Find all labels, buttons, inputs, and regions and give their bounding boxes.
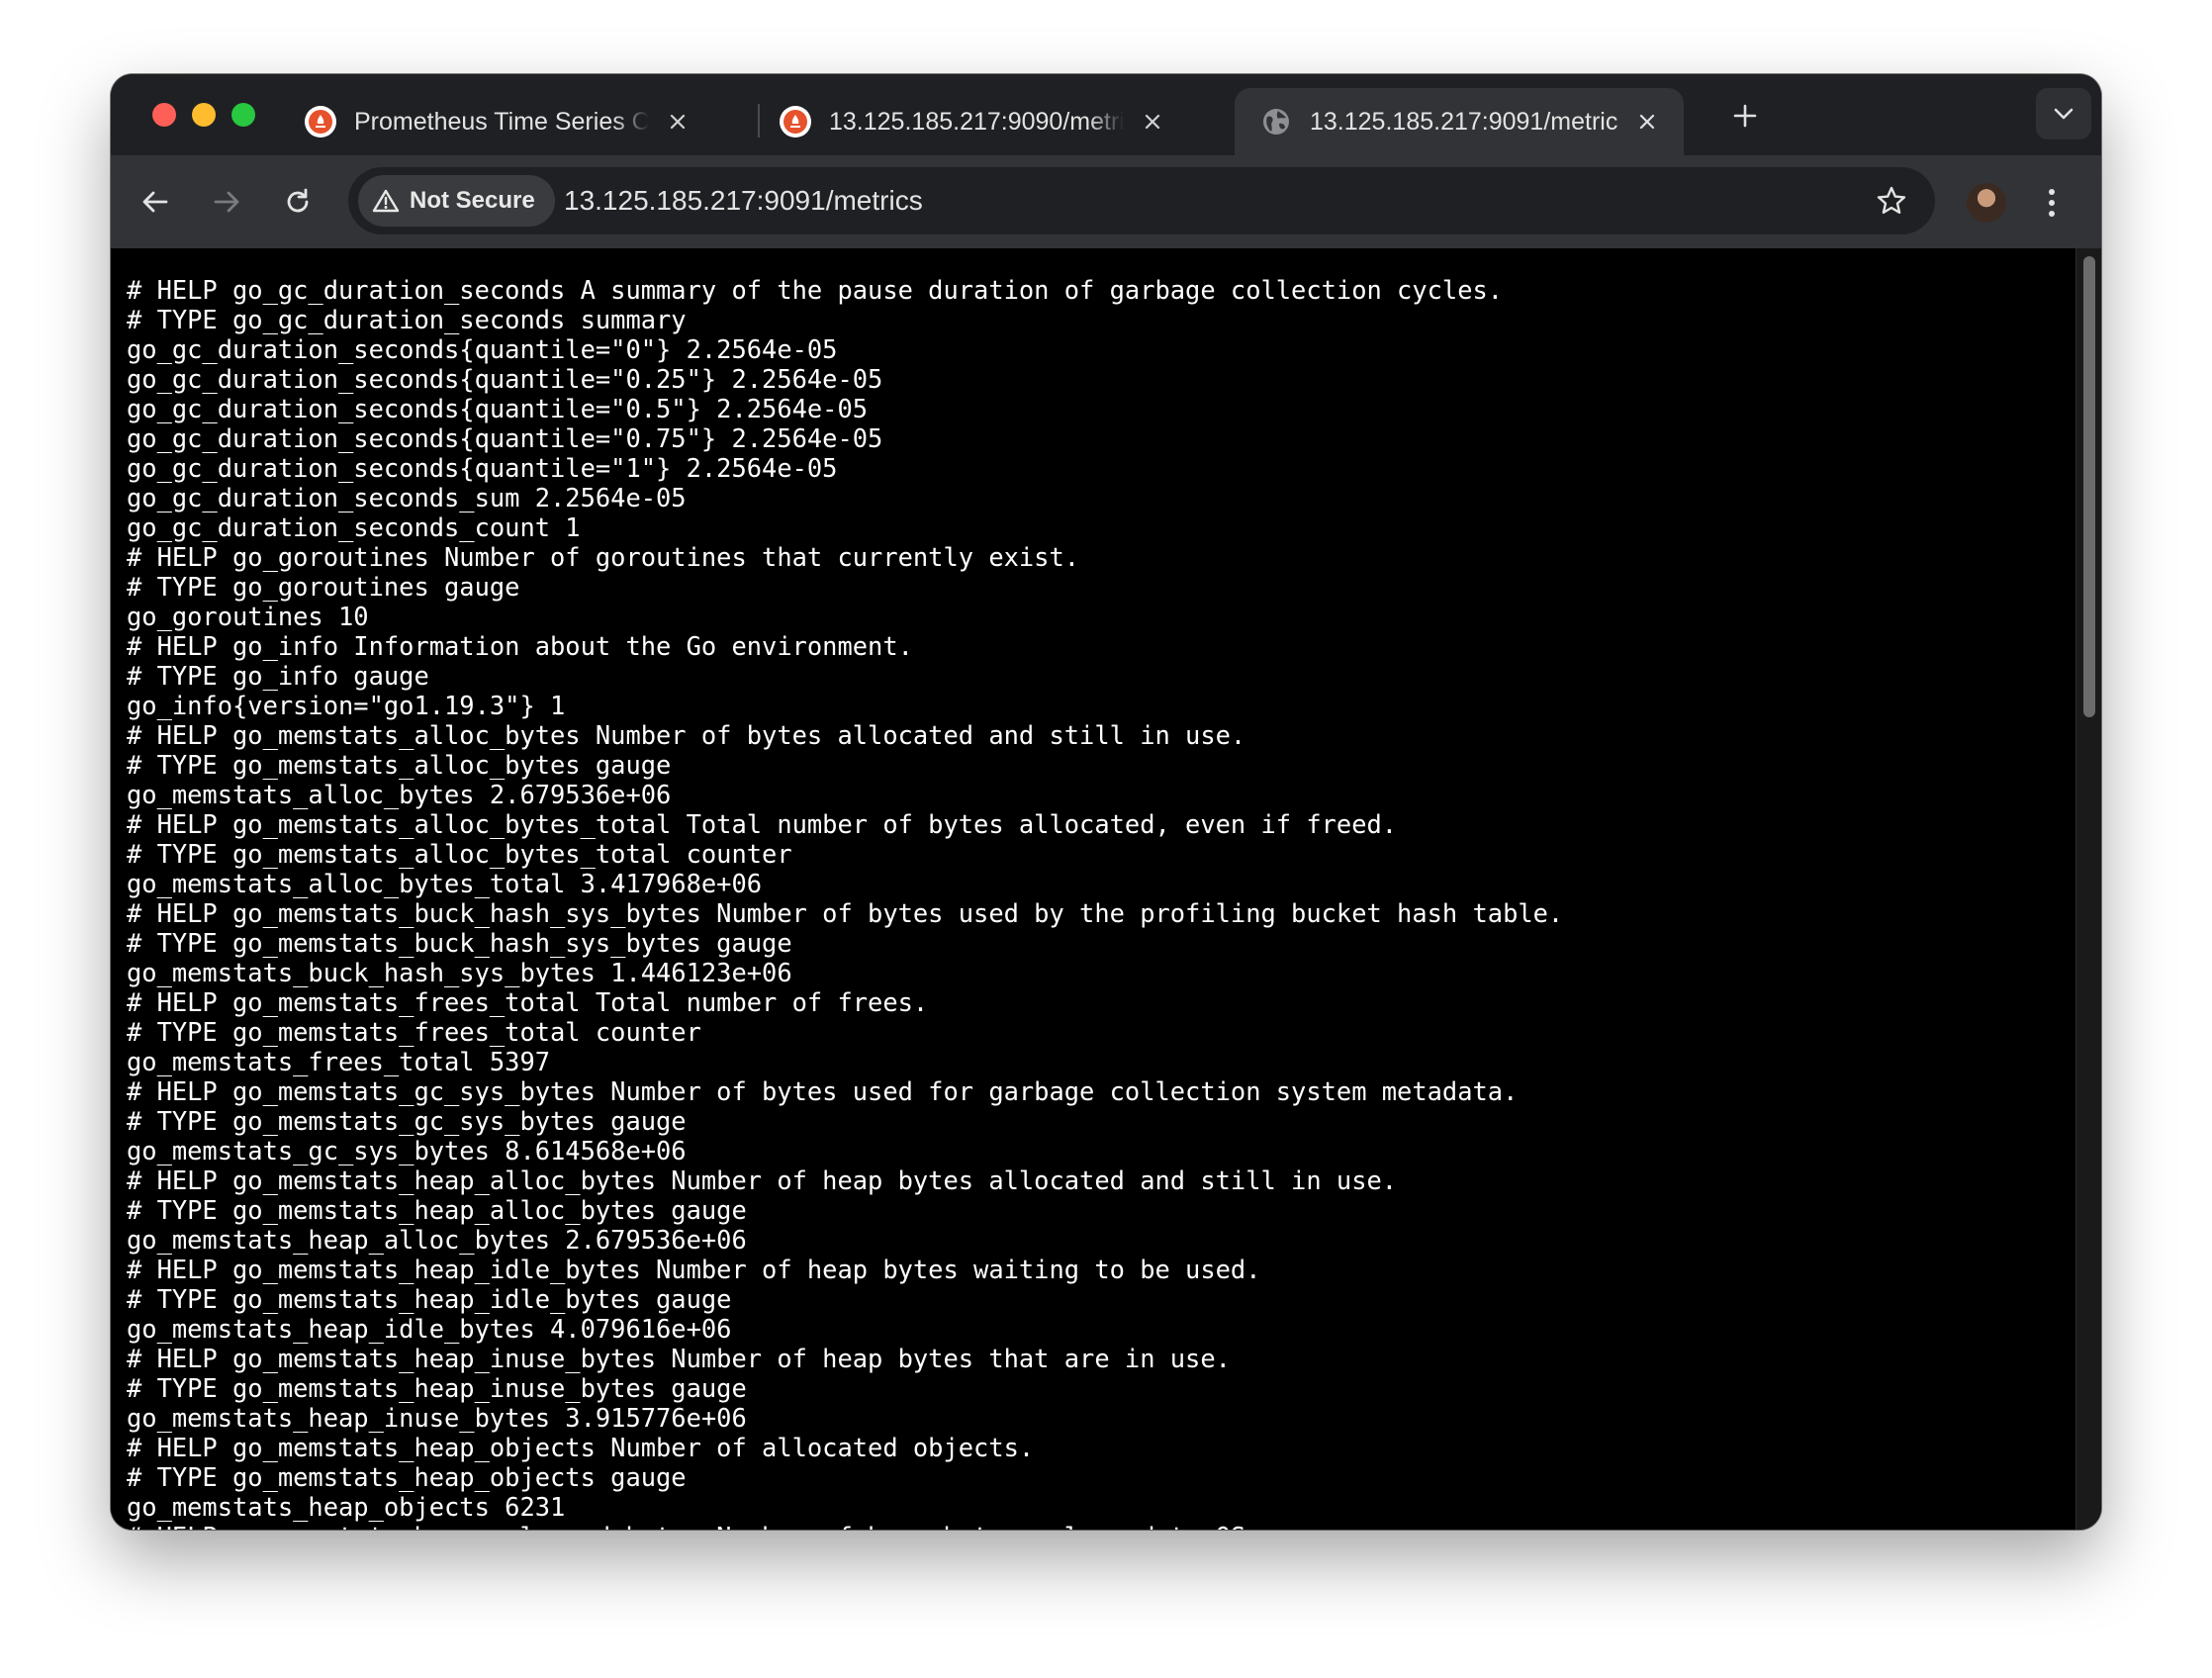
tab-prometheus-server[interactable]: Prometheus Time Series Collection and Pr… [279,88,714,155]
metrics-line: # TYPE go_memstats_alloc_bytes gauge [127,750,672,780]
prometheus-icon [780,106,811,138]
metrics-line: # TYPE go_gc_duration_seconds summary [127,305,687,334]
metrics-line: # HELP go_memstats_frees_total Total num… [127,987,929,1017]
metrics-line: # TYPE go_info gauge [127,661,429,691]
kebab-menu-icon [2049,189,2055,217]
metrics-line: # HELP go_memstats_buck_hash_sys_bytes N… [127,898,1564,928]
metrics-line: go_memstats_heap_inuse_bytes 3.915776e+0… [127,1403,747,1433]
metrics-line: go_gc_duration_seconds{quantile="0.25"} … [127,364,883,394]
forward-button[interactable] [204,179,249,225]
browser-toolbar: Not Secure 13.125.185.217:9091/metrics [111,155,2101,248]
metrics-line: # TYPE go_memstats_buck_hash_sys_bytes g… [127,928,792,958]
prometheus-icon [305,106,336,138]
metrics-line: # TYPE go_memstats_frees_total counter [127,1017,701,1047]
page-content: # HELP go_gc_duration_seconds A summary … [111,248,2101,1530]
new-tab-button[interactable] [1725,96,1765,136]
close-icon[interactable] [1138,107,1167,137]
metrics-line: go_memstats_gc_sys_bytes 8.614568e+06 [127,1136,687,1165]
metrics-line: # HELP go_gc_duration_seconds A summary … [127,275,1504,305]
minimize-window-button[interactable] [192,103,216,127]
metrics-line: # HELP go_goroutines Number of goroutine… [127,542,1080,572]
reload-button[interactable] [275,179,321,225]
arrow-right-icon [214,191,239,213]
close-icon[interactable] [663,107,692,137]
tab-title: 13.125.185.217:9090/metrics [829,107,1124,136]
tab-metrics-9091[interactable]: 13.125.185.217:9091/metrics [1235,88,1684,155]
security-chip[interactable]: Not Secure [358,175,555,227]
metrics-line: # TYPE go_memstats_gc_sys_bytes gauge [127,1106,687,1136]
close-icon[interactable] [1632,107,1662,137]
metrics-line: # HELP go_info Information about the Go … [127,631,913,661]
metrics-line: # TYPE go_memstats_heap_alloc_bytes gaug… [127,1195,747,1225]
metrics-line: # TYPE go_memstats_heap_objects gauge [127,1462,687,1492]
metrics-line: # HELP go_memstats_heap_inuse_bytes Numb… [127,1344,1231,1373]
metrics-line: # HELP go_memstats_alloc_bytes_total Tot… [127,809,1398,839]
metrics-line: go_memstats_heap_objects 6231 [127,1492,566,1522]
back-button[interactable] [133,179,178,225]
metrics-line: # HELP go_memstats_heap_objects Number o… [127,1433,1035,1462]
reload-icon [287,188,309,213]
metrics-line: # HELP go_memstats_heap_alloc_bytes Numb… [127,1165,1398,1195]
metrics-line: go_goroutines 10 [127,602,369,631]
metrics-line: # HELP go_memstats_alloc_bytes Number of… [127,720,1246,750]
metrics-line: go_gc_duration_seconds_sum 2.2564e-05 [127,483,687,513]
url-text[interactable]: 13.125.185.217:9091/metrics [564,167,923,234]
bookmark-button[interactable] [1872,181,1911,221]
metrics-line: go_gc_duration_seconds{quantile="1"} 2.2… [127,453,838,483]
metrics-line: go_memstats_frees_total 5397 [127,1047,551,1076]
metrics-line: go_gc_duration_seconds{quantile="0.75"} … [127,423,883,453]
metrics-line: # HELP go_memstats_heap_idle_bytes Numbe… [127,1255,1261,1284]
security-label: Not Secure [410,187,535,214]
metrics-line: # TYPE go_goroutines gauge [127,572,520,602]
metrics-line: go_memstats_heap_idle_bytes 4.079616e+06 [127,1314,732,1344]
browser-window: Prometheus Time Series Collection and Pr… [111,74,2101,1530]
close-window-button[interactable] [152,103,176,127]
metrics-line: # TYPE go_memstats_heap_idle_bytes gauge [127,1284,732,1314]
chevron-down-icon [2054,108,2074,120]
tab-title: Prometheus Time Series Collection and Pr… [354,107,649,136]
metrics-line: # TYPE go_memstats_heap_inuse_bytes gaug… [127,1373,747,1403]
metrics-line: go_memstats_heap_alloc_bytes 2.679536e+0… [127,1225,747,1255]
browser-menu-button[interactable] [2030,181,2074,225]
metrics-line: go_gc_duration_seconds{quantile="0"} 2.2… [127,334,838,364]
scrollbar-thumb[interactable] [2083,256,2095,717]
profile-avatar[interactable] [1967,183,2006,223]
metrics-line: go_memstats_buck_hash_sys_bytes 1.446123… [127,958,792,987]
fullscreen-window-button[interactable] [231,103,255,127]
metrics-line: go_info{version="go1.19.3"} 1 [127,691,566,720]
metrics-line: go_memstats_alloc_bytes 2.679536e+06 [127,780,672,809]
metrics-line: go_gc_duration_seconds_count 1 [127,513,581,542]
plus-icon [1733,104,1757,128]
address-bar[interactable]: Not Secure 13.125.185.217:9091/metrics [348,167,1935,234]
warning-icon [372,188,400,214]
tab-strip: Prometheus Time Series Collection and Pr… [111,74,2101,155]
arrow-left-icon [142,191,168,213]
globe-icon [1260,106,1292,138]
metrics-line: # HELP go_memstats_gc_sys_bytes Number o… [127,1076,1519,1106]
metrics-text: # HELP go_gc_duration_seconds A summary … [127,275,1563,1530]
tab-search-button[interactable] [2036,88,2091,140]
metrics-line: # HELP go_memstats_heap_released_bytes N… [127,1522,1563,1530]
metrics-line: go_memstats_alloc_bytes_total 3.417968e+… [127,869,763,898]
metrics-line: go_gc_duration_seconds{quantile="0.5"} 2… [127,394,869,423]
tab-title: 13.125.185.217:9091/metrics [1310,107,1618,136]
tab-metrics-9090[interactable]: 13.125.185.217:9090/metrics [754,88,1189,155]
metrics-line: # TYPE go_memstats_alloc_bytes_total cou… [127,839,792,869]
vertical-scrollbar[interactable] [2075,248,2101,1530]
star-icon [1877,186,1906,214]
